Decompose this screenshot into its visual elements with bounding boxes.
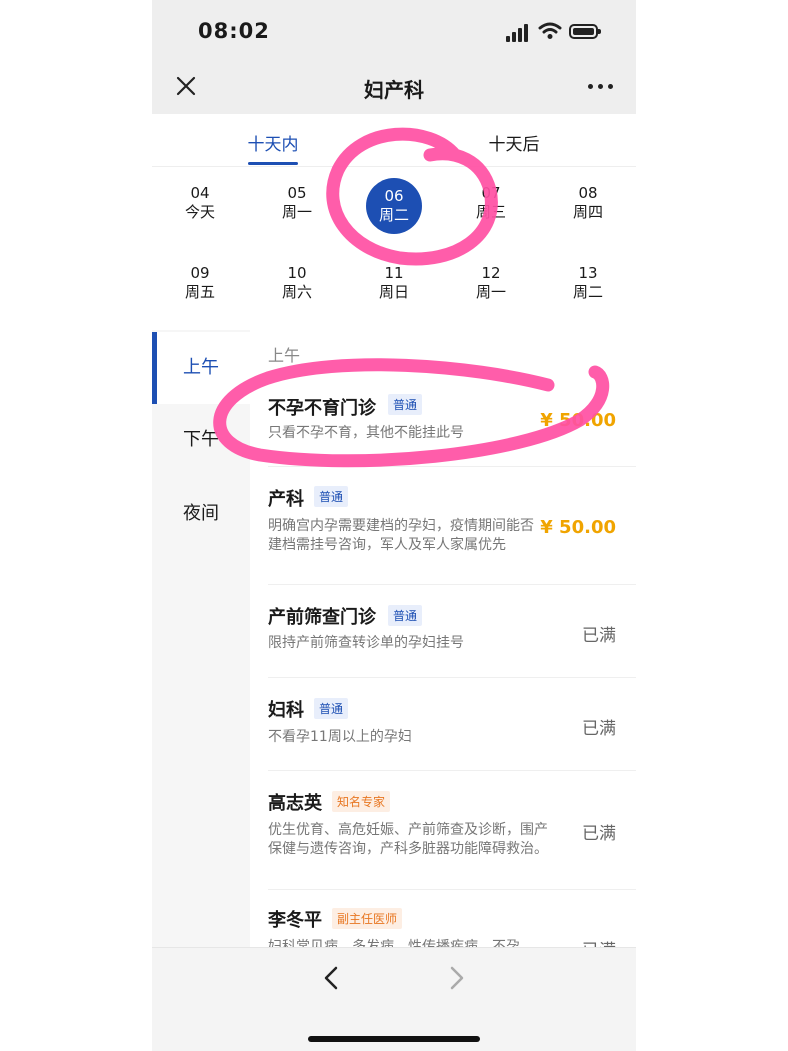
period-afternoon[interactable]: 下午 bbox=[152, 404, 250, 476]
clinic-full-status: 已满 bbox=[582, 936, 616, 947]
clinic-desc: 妇科常见病、多发病、性传播疾病、不孕 bbox=[268, 939, 520, 947]
back-arrow-icon[interactable] bbox=[318, 962, 344, 994]
clinic-name: 不孕不育门诊 bbox=[268, 398, 376, 419]
tab-within-ten-days[interactable]: 十天内 bbox=[213, 130, 333, 155]
clinic-full-status: 已满 bbox=[582, 824, 616, 844]
clinic-tag: 普通 bbox=[314, 698, 349, 719]
clinic-desc: 明确宫内孕需要建档的孕妇，疫情期间能否建档需挂号咨询，军人及军人家属优先 bbox=[268, 518, 534, 553]
clinic-desc: 只看不孕不育，其他不能挂此号 bbox=[268, 425, 464, 441]
more-dots-icon[interactable] bbox=[588, 84, 614, 90]
date-range-tabs: 十天内 十天后 bbox=[152, 114, 636, 167]
active-tab-indicator bbox=[248, 162, 298, 165]
period-menu: 上午 下午 夜间 bbox=[152, 330, 250, 950]
date-item[interactable]: 05 周一 bbox=[267, 184, 327, 222]
clinic-tag: 普通 bbox=[388, 394, 423, 415]
clinic-tag: 普通 bbox=[314, 486, 349, 507]
date-item[interactable]: 07 周三 bbox=[461, 184, 521, 222]
forward-arrow-icon[interactable] bbox=[444, 962, 470, 994]
clinic-desc: 限持产前筛查转诊单的孕妇挂号 bbox=[268, 635, 464, 651]
date-item[interactable]: 12 周一 bbox=[461, 264, 521, 302]
status-time: 08:02 bbox=[198, 19, 270, 43]
date-item-selected[interactable]: 06 周二 bbox=[366, 178, 422, 234]
clinic-item[interactable]: 不孕不育门诊 普通 只看不孕不育，其他不能挂此号 ¥ 50.00 bbox=[268, 374, 636, 467]
clinic-item[interactable]: 高志英 知名专家 优生优育、高危妊娠、产前筛查及诊断，围产保健与遗传咨询，产科多… bbox=[268, 771, 636, 890]
clinic-desc: 优生优育、高危妊娠、产前筛查及诊断，围产保健与遗传咨询，产科多脏器功能障碍救治。 bbox=[268, 822, 548, 857]
tab-after-ten-days[interactable]: 十天后 bbox=[454, 130, 574, 155]
page-title: 妇产科 bbox=[364, 78, 424, 102]
clinic-name: 妇科 bbox=[268, 700, 304, 721]
date-item[interactable]: 10 周六 bbox=[267, 264, 327, 302]
clinic-tag: 知名专家 bbox=[332, 791, 391, 812]
clinic-desc: 不看孕11周以上的孕妇 bbox=[268, 729, 412, 745]
clinic-price: ¥ 50.00 bbox=[540, 517, 616, 538]
battery-icon bbox=[569, 24, 601, 39]
clinic-full-status: 已满 bbox=[582, 719, 616, 739]
clinic-tag: 副主任医师 bbox=[332, 908, 403, 929]
clinic-item[interactable]: 李冬平 副主任医师 妇科常见病、多发病、性传播疾病、不孕 已满 bbox=[268, 890, 636, 947]
wifi-icon bbox=[538, 22, 562, 39]
nav-bar: 妇产科 bbox=[152, 62, 636, 114]
home-indicator bbox=[308, 1036, 480, 1042]
clinic-name: 产前筛查门诊 bbox=[268, 607, 376, 628]
browser-toolbar bbox=[152, 947, 636, 1051]
date-item[interactable]: 13 周二 bbox=[558, 264, 618, 302]
section-header: 上午 bbox=[268, 346, 301, 365]
cellular-signal-icon bbox=[506, 24, 530, 42]
status-bar: 08:02 bbox=[152, 0, 636, 62]
period-night[interactable]: 夜间 bbox=[152, 478, 250, 550]
clinic-name: 产科 bbox=[268, 489, 304, 510]
clinic-name: 高志英 bbox=[268, 793, 322, 814]
clinic-tag: 普通 bbox=[388, 605, 423, 626]
date-item[interactable]: 08 周四 bbox=[558, 184, 618, 222]
date-item[interactable]: 09 周五 bbox=[170, 264, 230, 302]
phone-screen: 08:02 妇产科 十天内 十天后 04 今天 05 周一 06 周二 07 周三 08… bbox=[152, 0, 636, 1051]
clinic-full-status: 已满 bbox=[582, 626, 616, 646]
clinic-name: 李冬平 bbox=[268, 910, 322, 931]
clinic-item[interactable]: 产科 普通 明确宫内孕需要建档的孕妇，疫情期间能否建档需挂号咨询，军人及军人家属… bbox=[268, 467, 636, 585]
clinic-item[interactable]: 妇科 普通 不看孕11周以上的孕妇 已满 bbox=[268, 678, 636, 771]
period-morning[interactable]: 上午 bbox=[152, 332, 250, 404]
date-picker: 04 今天 05 周一 06 周二 07 周三 08 周四 09 周五 10 周六 11 周日 … bbox=[152, 170, 636, 330]
clinic-price: ¥ 50.00 bbox=[540, 410, 616, 431]
clinic-item[interactable]: 产前筛查门诊 普通 限持产前筛查转诊单的孕妇挂号 已满 bbox=[268, 585, 636, 678]
date-item[interactable]: 11 周日 bbox=[364, 264, 424, 302]
clinic-list: 上午 不孕不育门诊 普通 只看不孕不育，其他不能挂此号 ¥ 50.00 产科 普… bbox=[250, 330, 636, 947]
date-item[interactable]: 04 今天 bbox=[170, 184, 230, 222]
